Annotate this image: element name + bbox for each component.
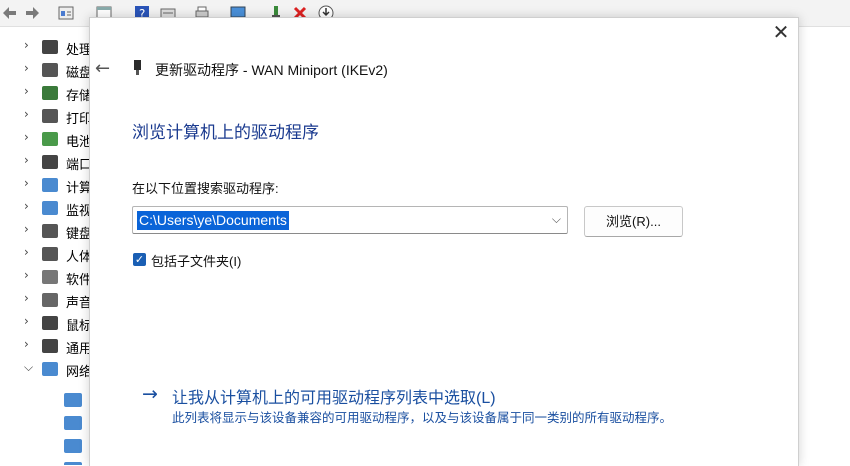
properties-icon[interactable] bbox=[58, 5, 74, 21]
tree-item[interactable]: › 处理 bbox=[0, 36, 90, 59]
tree-item-label: 键盘 bbox=[66, 226, 90, 241]
forward-arrow-icon[interactable] bbox=[24, 5, 40, 21]
tree-item-label: 计算 bbox=[66, 180, 90, 195]
dialog-title: 更新驱动程序 - WAN Miniport (IKEv2) bbox=[155, 62, 388, 78]
sound-icon bbox=[42, 293, 58, 307]
chevron-down-icon[interactable]: ⌵ bbox=[552, 212, 561, 227]
network-adapter-icon[interactable] bbox=[64, 393, 82, 407]
tree-item[interactable]: › 端口 bbox=[0, 151, 90, 174]
tree-item-label: 存储 bbox=[66, 88, 90, 103]
tree-item[interactable]: › 打印 bbox=[0, 105, 90, 128]
include-subfolders-label[interactable]: 包括子文件夹(I) bbox=[151, 251, 241, 270]
chevron-right-icon[interactable]: › bbox=[24, 153, 29, 167]
include-subfolders-checkbox[interactable]: ✓ bbox=[133, 253, 146, 266]
tree-item[interactable]: › 软件 bbox=[0, 266, 90, 289]
hid-icon bbox=[42, 247, 58, 261]
monitor-icon bbox=[42, 201, 58, 215]
chevron-right-icon[interactable]: › bbox=[24, 84, 29, 98]
close-button[interactable]: ✕ bbox=[770, 22, 792, 44]
tree-item[interactable]: › 存储 bbox=[0, 82, 90, 105]
back-arrow-icon[interactable] bbox=[2, 5, 18, 21]
tree-item-label: 监视 bbox=[66, 203, 90, 218]
processor-icon bbox=[42, 40, 58, 54]
disk-drive-icon bbox=[42, 63, 58, 77]
browse-button[interactable]: 浏览(R)... bbox=[584, 206, 683, 237]
chevron-right-icon[interactable]: › bbox=[24, 291, 29, 305]
chevron-right-icon[interactable]: › bbox=[24, 222, 29, 236]
tree-item-label: 鼠标 bbox=[66, 318, 90, 333]
path-combobox[interactable]: C:\Users\ye\Documents ⌵ bbox=[132, 206, 568, 234]
chevron-right-icon[interactable]: › bbox=[24, 38, 29, 52]
tree-item[interactable]: › 电池 bbox=[0, 128, 90, 151]
tree-item[interactable]: › 键盘 bbox=[0, 220, 90, 243]
arrow-right-icon[interactable]: → bbox=[142, 383, 158, 405]
network-adapter-icon bbox=[42, 362, 58, 376]
tree-item-label: 打印 bbox=[66, 111, 90, 126]
tree-item[interactable]: › 监视 bbox=[0, 197, 90, 220]
tree-item[interactable]: › 鼠标 bbox=[0, 312, 90, 335]
software-device-icon bbox=[42, 270, 58, 284]
chevron-right-icon[interactable]: › bbox=[24, 61, 29, 75]
network-adapter-icon[interactable] bbox=[64, 416, 82, 430]
path-input[interactable]: C:\Users\ye\Documents bbox=[137, 211, 289, 230]
chevron-right-icon[interactable]: › bbox=[24, 337, 29, 351]
network-device-icon bbox=[134, 60, 141, 75]
pick-from-list-description: 此列表将显示与该设备兼容的可用驱动程序，以及与该设备属于同一类别的所有驱动程序。 bbox=[172, 411, 673, 425]
tree-item-label: 人体 bbox=[66, 249, 90, 264]
tree-item[interactable]: › 磁盘 bbox=[0, 59, 90, 82]
chevron-right-icon[interactable]: › bbox=[24, 314, 29, 328]
computer-icon bbox=[42, 178, 58, 192]
tree-item[interactable]: ⌵ 网络 bbox=[0, 358, 90, 381]
battery-icon bbox=[42, 132, 58, 146]
tree-item-label: 网络 bbox=[66, 364, 90, 379]
search-location-label: 在以下位置搜索驱动程序: bbox=[132, 181, 279, 196]
page-heading: 浏览计算机上的驱动程序 bbox=[132, 123, 319, 142]
keyboard-icon bbox=[42, 224, 58, 238]
port-icon bbox=[42, 155, 58, 169]
chevron-right-icon[interactable]: › bbox=[24, 199, 29, 213]
mouse-icon bbox=[42, 316, 58, 330]
device-tree: › 处理 › 磁盘 › 存储 › 打印 › 电池 › 端口 › 计算 › 监视 › 键盘 › 人体 › 软件 › 声音 › 鼠标 ›… bbox=[0, 27, 90, 465]
storage-controller-icon bbox=[42, 86, 58, 100]
usb-icon bbox=[42, 339, 58, 353]
tree-item-label: 端口 bbox=[66, 157, 90, 172]
tree-item-label: 声音 bbox=[66, 295, 90, 310]
back-button[interactable]: ← bbox=[95, 58, 117, 80]
tree-item-label: 通用 bbox=[66, 341, 90, 356]
chevron-right-icon[interactable]: › bbox=[24, 130, 29, 144]
network-adapter-icon[interactable] bbox=[64, 439, 82, 453]
chevron-right-icon[interactable]: › bbox=[24, 268, 29, 282]
tree-item-label: 处理 bbox=[66, 42, 90, 57]
tree-item[interactable]: › 声音 bbox=[0, 289, 90, 312]
chevron-right-icon[interactable]: › bbox=[24, 107, 29, 121]
tree-item[interactable]: › 人体 bbox=[0, 243, 90, 266]
tree-item-label: 软件 bbox=[66, 272, 90, 287]
tree-item[interactable]: › 通用 bbox=[0, 335, 90, 358]
tree-item[interactable]: › 计算 bbox=[0, 174, 90, 197]
pick-from-list-link[interactable]: 让我从计算机上的可用驱动程序列表中选取(L) bbox=[172, 384, 496, 408]
chevron-right-icon[interactable]: › bbox=[24, 176, 29, 190]
printer-icon bbox=[42, 109, 58, 123]
tree-item-label: 磁盘 bbox=[66, 65, 90, 80]
chevron-down-icon[interactable]: ⌵ bbox=[24, 360, 33, 375]
tree-item-label: 电池 bbox=[66, 134, 90, 149]
chevron-right-icon[interactable]: › bbox=[24, 245, 29, 259]
